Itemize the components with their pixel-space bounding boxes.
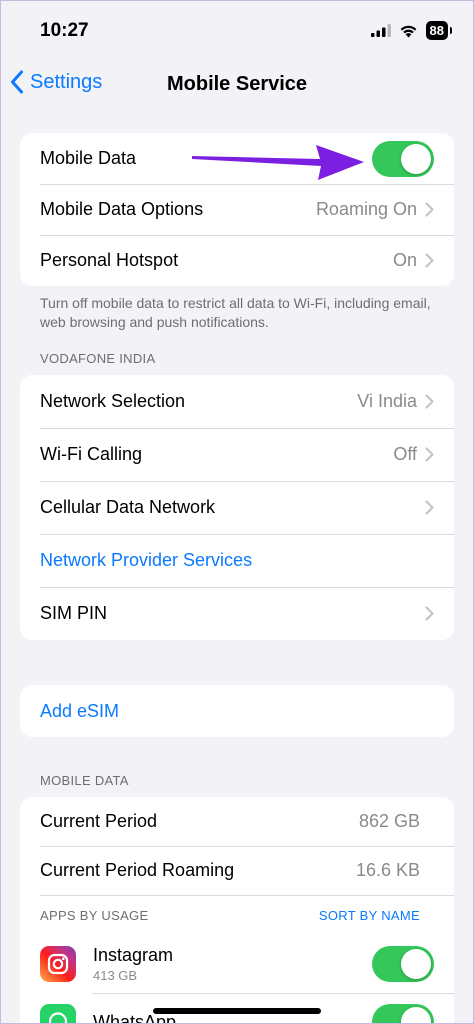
chevron-left-icon bbox=[11, 70, 23, 94]
battery-indicator: 88 bbox=[425, 21, 453, 40]
chevron-right-icon bbox=[425, 500, 434, 515]
instagram-icon bbox=[40, 946, 76, 982]
mobile-data-options-label: Mobile Data Options bbox=[40, 199, 204, 219]
chevron-right-icon bbox=[425, 606, 434, 621]
wifi-calling-value: Off bbox=[393, 444, 417, 464]
whatsapp-data-toggle[interactable] bbox=[372, 1004, 434, 1024]
carrier-section-header: VODAFONE INDIA bbox=[40, 351, 156, 366]
status-icons: 88 bbox=[370, 21, 453, 40]
cellular-signal-icon bbox=[370, 24, 391, 37]
network-selection-value: Vi India bbox=[357, 391, 417, 411]
current-period-roaming-value: 16.6 KB bbox=[355, 860, 420, 880]
nav-bar: Mobile Service Settings bbox=[0, 60, 474, 108]
apps-by-usage-header: APPS BY USAGE SORT BY NAME bbox=[20, 895, 454, 935]
apps-by-usage-title: APPS BY USAGE bbox=[40, 907, 149, 923]
mobile-data-options-row[interactable]: Mobile Data Options Roaming On bbox=[20, 184, 454, 235]
chevron-right-icon bbox=[425, 202, 434, 217]
current-period-value: 862 GB bbox=[358, 811, 420, 831]
current-period-roaming-row: Current Period Roaming 16.6 KB bbox=[20, 846, 454, 895]
usage-section-header: MOBILE DATA bbox=[40, 773, 129, 788]
chevron-right-icon bbox=[425, 447, 434, 462]
network-provider-services-link: Network Provider Services bbox=[40, 550, 253, 570]
cellular-data-network-row[interactable]: Cellular Data Network bbox=[20, 481, 454, 534]
current-period-row: Current Period 862 GB bbox=[20, 797, 454, 846]
wifi-icon bbox=[400, 25, 416, 37]
current-period-roaming-label: Current Period Roaming bbox=[40, 860, 235, 880]
whatsapp-icon bbox=[40, 1004, 76, 1024]
app-usage: 413 GB bbox=[93, 968, 138, 983]
annotation-arrow-icon bbox=[192, 145, 364, 180]
carrier-group: Network Selection Vi India Wi-Fi Calling… bbox=[20, 375, 454, 640]
network-selection-label: Network Selection bbox=[40, 391, 186, 411]
wifi-calling-label: Wi-Fi Calling bbox=[40, 444, 143, 464]
status-time: 10:27 bbox=[40, 20, 89, 41]
wifi-calling-row[interactable]: Wi-Fi Calling Off bbox=[20, 428, 454, 481]
current-period-label: Current Period bbox=[40, 811, 158, 831]
add-esim-link: Add eSIM bbox=[40, 700, 120, 721]
personal-hotspot-row[interactable]: Personal Hotspot On bbox=[20, 235, 454, 286]
app-name: Instagram bbox=[93, 945, 174, 965]
personal-hotspot-value: On bbox=[392, 250, 417, 270]
add-esim-row[interactable]: Add eSIM bbox=[20, 685, 454, 737]
sim-pin-label: SIM PIN bbox=[40, 603, 108, 623]
app-row-instagram: Instagram 413 GB bbox=[20, 935, 454, 993]
status-bar: 10:27 88 bbox=[0, 0, 474, 58]
personal-hotspot-label: Personal Hotspot bbox=[40, 250, 179, 270]
mobile-data-footnote: Turn off mobile data to restrict all dat… bbox=[40, 295, 431, 330]
instagram-data-toggle[interactable] bbox=[372, 946, 434, 982]
cellular-data-network-label: Cellular Data Network bbox=[40, 497, 216, 517]
network-selection-row[interactable]: Network Selection Vi India bbox=[20, 375, 454, 428]
network-provider-services-row[interactable]: Network Provider Services bbox=[20, 534, 454, 587]
app-text: Instagram 413 GB bbox=[93, 945, 372, 983]
sort-by-name-button[interactable]: SORT BY NAME bbox=[319, 908, 420, 923]
chevron-right-icon bbox=[425, 394, 434, 409]
back-button-label: Settings bbox=[30, 70, 103, 93]
home-indicator bbox=[153, 1008, 321, 1014]
mobile-data-options-value: Roaming On bbox=[315, 199, 417, 219]
mobile-data-toggle[interactable] bbox=[372, 140, 434, 177]
sim-pin-row[interactable]: SIM PIN bbox=[20, 587, 454, 640]
usage-group: Current Period 862 GB Current Period Roa… bbox=[20, 797, 454, 1024]
chevron-right-icon bbox=[425, 253, 434, 268]
back-button[interactable]: Settings bbox=[10, 70, 102, 94]
esim-group: Add eSIM bbox=[20, 685, 454, 737]
